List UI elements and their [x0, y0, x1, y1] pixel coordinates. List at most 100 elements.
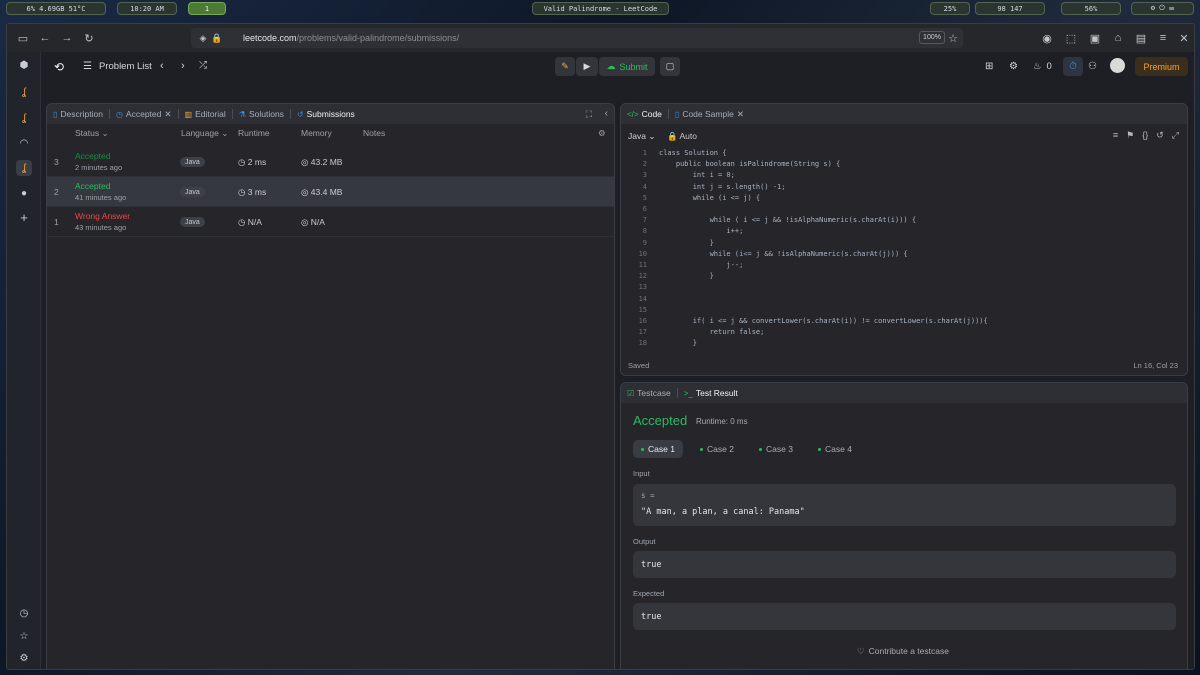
close-tab-icon[interactable]: ✕	[164, 109, 171, 120]
case-tab-3[interactable]: Case 3	[751, 440, 801, 458]
braces-icon[interactable]: {}	[1142, 130, 1148, 141]
code-line: int i = 0;	[659, 171, 735, 180]
avatar[interactable]	[1110, 58, 1125, 73]
problem-list-link[interactable]: Problem List	[99, 61, 152, 72]
reader-icon[interactable]: ▤	[1133, 30, 1149, 46]
format-icon[interactable]: ≡	[1113, 130, 1118, 141]
prev-problem-icon[interactable]: ‹	[160, 60, 164, 72]
lock-icon: 🔒	[667, 131, 678, 141]
play-icon: ▶	[583, 61, 591, 71]
container-icon[interactable]: ⌂	[1110, 30, 1126, 46]
leetcode-tab-icon[interactable]: ʆ	[16, 84, 32, 100]
submission-row[interactable]: 1 Wrong Answer 43 minutes ago Java ◷ N/A …	[47, 207, 614, 237]
submit-button[interactable]: ☁ Submit	[599, 57, 655, 76]
cursor-position: Ln 16, Col 23	[1133, 361, 1178, 370]
row-status[interactable]: Wrong Answer 43 minutes ago	[75, 211, 130, 232]
code-line: return false;	[659, 328, 765, 337]
leetcode-active-tab-icon[interactable]: ʆ	[16, 160, 32, 176]
row-index: 3	[54, 157, 59, 167]
row-status[interactable]: Accepted 2 minutes ago	[75, 151, 122, 172]
tray-icons[interactable]: ⚙ ⏻ ☰	[1131, 2, 1194, 15]
menu-icon[interactable]: ≡	[1155, 30, 1171, 46]
checkbox-icon: ☑	[627, 388, 635, 398]
premium-button[interactable]: Premium	[1135, 57, 1188, 76]
history-icon[interactable]: ◷	[16, 605, 32, 621]
url-bar[interactable]: leetcode.com/problems/valid-palindrome/s…	[191, 28, 963, 48]
row-memory: ◎ 43.2 MB	[301, 157, 343, 167]
tab-test-result[interactable]: >_ Test Result	[678, 383, 744, 403]
tab-solutions[interactable]: ⚗ Solutions	[233, 104, 290, 124]
line-number: 13	[638, 283, 647, 292]
column-settings-icon[interactable]: ⚙	[598, 128, 606, 139]
case-tab-4[interactable]: Case 4	[810, 440, 860, 458]
close-tab-icon[interactable]: ✕	[737, 109, 744, 120]
code-line: }	[659, 272, 714, 281]
workspace-indicator[interactable]: 1	[188, 2, 226, 15]
forward-icon[interactable]: →	[59, 30, 75, 46]
cloud-upload-icon: ☁	[606, 61, 616, 71]
left-tabs: ▯ Description ◷ Accepted ✕ ▥ Editorial ⚗ Solu…	[47, 104, 614, 124]
tab-testcase[interactable]: ☑ Testcase	[621, 383, 677, 403]
add-friend-icon[interactable]: ⚇	[1088, 61, 1097, 72]
expand-icon[interactable]: ⤢	[1172, 130, 1179, 141]
submission-row[interactable]: 2 Accepted 41 minutes ago Java ◷ 3 ms ◎ 4…	[47, 177, 614, 207]
col-memory: Memory	[301, 128, 332, 138]
tray-battery[interactable]: 56%	[1061, 2, 1121, 15]
tab-code[interactable]: </> Code	[621, 104, 668, 124]
streak-counter[interactable]: ♨ 0	[1033, 61, 1052, 72]
tab-code-sample[interactable]: ▯ Code Sample ✕	[669, 104, 750, 124]
close-window-icon[interactable]: ✕	[1176, 30, 1192, 46]
chip-icon: ◎	[301, 217, 309, 227]
pinned-circle-icon[interactable]: ●	[16, 185, 32, 201]
extensions-icon[interactable]: ⬚	[1063, 30, 1079, 46]
extension-badge-icon[interactable]: ▣	[1087, 30, 1103, 46]
leetcode-logo-icon[interactable]: ⟲	[54, 60, 64, 74]
debug-button[interactable]: ✎	[555, 57, 575, 76]
layout-icon[interactable]: ⊞	[985, 61, 993, 72]
shuffle-icon[interactable]: ⤮	[199, 60, 207, 71]
contribute-testcase-link[interactable]: ♡ Contribute a testcase	[857, 646, 949, 657]
collapse-icon[interactable]: ‹	[605, 108, 608, 119]
next-problem-icon[interactable]: ›	[181, 60, 185, 72]
code-line: j--;	[659, 261, 744, 269]
language-select[interactable]: Java ⌄	[628, 131, 655, 142]
pinned-site-icon[interactable]: ◠	[16, 135, 32, 151]
col-language[interactable]: Language ⌄	[181, 128, 228, 139]
result-runtime: Runtime: 0 ms	[696, 417, 748, 426]
case-tab-2[interactable]: Case 2	[692, 440, 742, 458]
settings-icon[interactable]: ⚙	[16, 650, 32, 666]
autocomplete-toggle[interactable]: 🔒 Auto	[667, 131, 697, 142]
star-icon[interactable]: ☆	[16, 628, 32, 644]
code-line: public boolean isPalindrome(String s) {	[659, 160, 841, 169]
bookmark-icon[interactable]: ⚑	[1126, 130, 1134, 141]
tab-description[interactable]: ▯ Description	[47, 104, 109, 124]
lock-icon[interactable]: 🔒	[209, 30, 225, 46]
notes-button[interactable]: ▢	[660, 57, 680, 76]
account-icon[interactable]: ◉	[1039, 30, 1055, 46]
url-path: /problems/valid-palindrome/submissions/	[296, 33, 460, 43]
add-icon[interactable]: +	[16, 209, 32, 225]
case-tab-1[interactable]: Case 1	[633, 440, 683, 458]
run-button[interactable]: ▶	[576, 57, 598, 76]
settings-gear-icon[interactable]: ⚙	[1009, 61, 1018, 72]
code-editor[interactable]: 1 class Solution {2 public boolean isPali…	[629, 148, 1179, 348]
leetcode-tab-icon-2[interactable]: ʆ	[16, 110, 32, 126]
back-icon[interactable]: ←	[37, 30, 53, 46]
submission-row[interactable]: 3 Accepted 2 minutes ago Java ◷ 2 ms ◎ 43…	[47, 147, 614, 177]
reset-icon[interactable]: ↺	[1156, 130, 1164, 141]
reload-icon[interactable]: ↻	[81, 30, 97, 46]
clock-icon: ◷	[238, 187, 246, 197]
bookmark-star-icon[interactable]: ☆	[945, 30, 961, 46]
timer-button[interactable]: ⏱	[1063, 57, 1083, 76]
sidebar-toggle-icon[interactable]: ▭	[15, 30, 31, 46]
tab-editorial[interactable]: ▥ Editorial	[179, 104, 232, 124]
tray-brightness[interactable]: 25%	[930, 2, 970, 15]
col-status[interactable]: Status ⌄	[75, 128, 109, 139]
zoom-level[interactable]: 100%	[919, 31, 945, 44]
tray-network[interactable]: 98 147	[975, 2, 1045, 15]
tab-submissions[interactable]: ↺ Submissions	[291, 104, 361, 124]
fullscreen-icon[interactable]: ⛶	[586, 109, 592, 120]
tab-accepted[interactable]: ◷ Accepted ✕	[110, 104, 178, 124]
line-number: 5	[642, 193, 647, 202]
row-status[interactable]: Accepted 41 minutes ago	[75, 181, 126, 202]
